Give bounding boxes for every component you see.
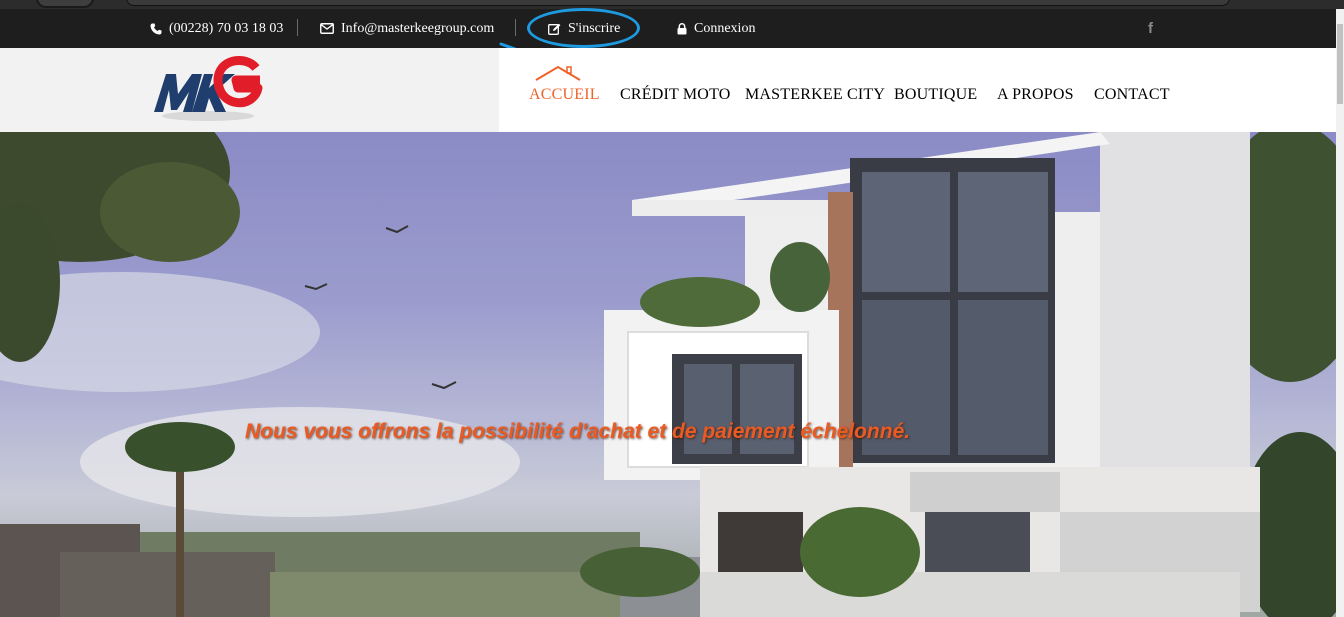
hero-tagline: Nous vous offrons la possibilité d'achat… <box>245 420 911 443</box>
site-logo[interactable] <box>152 54 264 124</box>
divider <box>515 19 516 36</box>
browser-tab[interactable] <box>36 0 94 8</box>
facebook-icon[interactable]: f <box>1148 9 1153 48</box>
home-icon <box>535 65 581 81</box>
nav-contact[interactable]: CONTACT <box>1094 86 1170 104</box>
divider <box>297 19 298 36</box>
nav-boutique[interactable]: BOUTIQUE <box>894 86 977 104</box>
lock-icon <box>677 22 687 34</box>
annotation-circle <box>527 8 640 48</box>
phone-number: (00228) 70 03 18 03 <box>169 20 284 36</box>
email-address: Info@masterkeegroup.com <box>341 20 495 36</box>
phone-contact[interactable]: (00228) 70 03 18 03 <box>150 9 283 48</box>
scrollbar-thumb[interactable] <box>1337 24 1343 104</box>
envelope-icon <box>320 23 334 34</box>
hero-house-image <box>0 132 1336 617</box>
top-contact-bar: (00228) 70 03 18 03 Info@masterkeegroup.… <box>0 9 1336 48</box>
nav-a-propos[interactable]: A PROPOS <box>997 86 1074 104</box>
nav-accueil[interactable]: ACCUEIL <box>529 86 600 104</box>
site-header: ACCUEIL CRÉDIT MOTO MASTERKEE CITY BOUTI… <box>0 48 1336 132</box>
login-link[interactable]: Connexion <box>677 9 755 48</box>
browser-chrome <box>0 0 1344 9</box>
login-label: Connexion <box>694 20 756 36</box>
logo-panel <box>0 48 499 132</box>
nav-masterkee-city[interactable]: MASTERKEE CITY <box>745 86 885 104</box>
nav-credit-moto[interactable]: CRÉDIT MOTO <box>620 86 731 104</box>
hero-banner: Nous vous offrons la possibilité d'achat… <box>0 132 1336 617</box>
browser-address-bar[interactable] <box>126 0 1230 6</box>
phone-icon <box>150 23 162 34</box>
